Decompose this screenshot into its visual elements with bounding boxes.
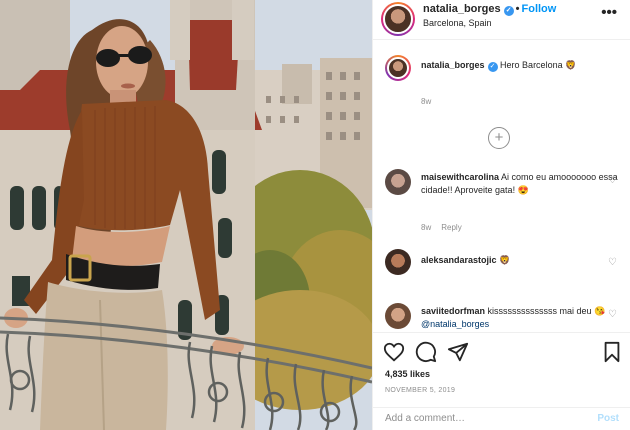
comment-avatar[interactable] [385, 169, 411, 195]
separator: • [515, 3, 520, 15]
caption-time: 8w [421, 97, 432, 106]
comment-avatar[interactable] [385, 303, 411, 329]
load-more-comments-button[interactable]: + [488, 127, 510, 149]
more-options-icon[interactable]: ••• [601, 4, 617, 21]
comment-like-heart-icon[interactable]: ♡ [608, 257, 617, 268]
header-username[interactable]: natalia_borges [423, 3, 501, 15]
post-sidebar: natalia_borges ✓ • Follow Barcelona, Spain … [372, 0, 630, 430]
caption-text: Hero Barcelona 🦁 [500, 60, 577, 70]
comment-item: maisewithcarolina Ai como eu amooooooo e… [421, 171, 621, 197]
comment-bubble-icon[interactable] [415, 341, 437, 363]
comment-username[interactable]: aleksandarastojic [421, 255, 497, 265]
save-bookmark-icon[interactable] [601, 341, 623, 363]
post-photo[interactable] [0, 0, 372, 430]
avatar[interactable] [381, 2, 415, 36]
comment-mention[interactable]: @natalia_borges [421, 319, 489, 329]
comment-username[interactable]: saviitedorfman [421, 306, 485, 316]
caption-meta: 8w [421, 97, 441, 106]
location-link[interactable]: Barcelona, Spain [423, 18, 492, 28]
comment-avatar[interactable] [385, 249, 411, 275]
reply-button[interactable]: Reply [441, 223, 461, 232]
post-actions: 4,835 likes NOVEMBER 5, 2019 Post [373, 332, 630, 430]
post-header: natalia_borges ✓ • Follow Barcelona, Spain … [373, 0, 630, 40]
add-comment-input[interactable] [385, 413, 585, 424]
comment-text: 🦁 [499, 255, 511, 265]
caption-avatar[interactable] [385, 55, 411, 81]
comment-time: 8w [421, 223, 432, 232]
verified-badge-icon: ✓ [503, 6, 514, 16]
caption: natalia_borges ✓ Hero Barcelona 🦁 [421, 59, 621, 72]
comment-text: kissssssssssssss mai deu 😘 [487, 306, 606, 316]
post-image [0, 0, 372, 430]
comment-item: aleksandarastojic 🦁 [421, 254, 621, 267]
comment-meta: 8w Reply [421, 223, 472, 232]
comment-like-heart-icon[interactable]: ♡ [608, 175, 617, 186]
comment-like-heart-icon[interactable]: ♡ [608, 309, 617, 320]
follow-button[interactable]: Follow [522, 3, 557, 15]
share-paper-plane-icon[interactable] [447, 341, 469, 363]
caption-username[interactable]: natalia_borges [421, 60, 485, 70]
comment-username[interactable]: maisewithcarolina [421, 172, 499, 182]
add-comment-bar: Post [373, 407, 630, 430]
like-heart-icon[interactable] [383, 341, 405, 363]
likes-count[interactable]: 4,835 likes [385, 369, 430, 379]
comments-list[interactable]: natalia_borges ✓ Hero Barcelona 🦁 8w + ma… [373, 41, 630, 330]
post-comment-button[interactable]: Post [597, 413, 619, 424]
post-timestamp: NOVEMBER 5, 2019 [385, 387, 456, 394]
header-username-row: natalia_borges ✓ • Follow [423, 3, 556, 16]
comment-item: saviitedorfman kissssssssssssss mai deu … [421, 305, 621, 330]
verified-badge-icon: ✓ [487, 62, 498, 72]
